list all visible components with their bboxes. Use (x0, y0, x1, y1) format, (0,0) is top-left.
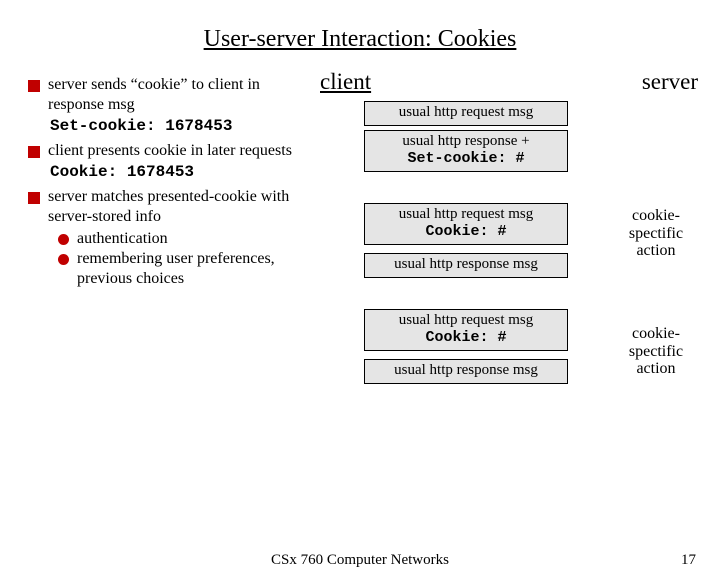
client-heading: client (320, 69, 371, 95)
message-4-text: usual http response msg (394, 256, 538, 272)
message-2-line2: Set-cookie: # (407, 150, 524, 167)
right-diagram: client server usual http request msg usu… (316, 75, 702, 445)
bullet-3-sub-2: remembering user preferences, previous c… (58, 249, 308, 289)
annotation-2: cookie-spectific action (616, 325, 696, 378)
message-6: usual http response msg (364, 359, 568, 384)
annotation-1: cookie-spectific action (616, 207, 696, 260)
bullet-3: server matches presented-cookie with ser… (28, 187, 308, 227)
circle-bullet-icon (58, 234, 69, 245)
message-1: usual http request msg (364, 101, 568, 126)
square-bullet-icon (28, 146, 40, 158)
square-bullet-icon (28, 80, 40, 92)
message-3: usual http request msg Cookie: # (364, 203, 568, 245)
bullet-3-sub-1: authentication (58, 229, 308, 249)
message-1-text: usual http request msg (399, 104, 534, 120)
bullet-1: server sends “cookie” to client in respo… (28, 75, 308, 115)
left-column: server sends “cookie” to client in respo… (28, 75, 308, 289)
message-5-line1: usual http request msg (399, 312, 534, 328)
circle-bullet-icon (58, 254, 69, 265)
slide-body: server sends “cookie” to client in respo… (0, 75, 720, 445)
bullet-2: client presents cookie in later requests (28, 141, 308, 161)
server-heading: server (642, 69, 698, 95)
footer-center: CSx 760 Computer Networks (271, 552, 449, 569)
square-bullet-icon (28, 192, 40, 204)
slide-title: User-server Interaction: Cookies (0, 26, 720, 53)
message-4: usual http response msg (364, 253, 568, 278)
message-5-line2: Cookie: # (425, 329, 506, 346)
message-5: usual http request msg Cookie: # (364, 309, 568, 351)
sub-1-text: authentication (77, 229, 168, 249)
bullet-3-text: server matches presented-cookie with ser… (48, 187, 308, 227)
message-6-text: usual http response msg (394, 362, 538, 378)
footer-page-number: 17 (681, 552, 696, 569)
bullet-2-code: Cookie: 1678453 (50, 163, 308, 181)
bullet-1-text: server sends “cookie” to client in respo… (48, 75, 308, 115)
message-2: usual http response + Set-cookie: # (364, 130, 568, 172)
sub-2-text: remembering user preferences, previous c… (77, 249, 308, 289)
bullet-2-text: client presents cookie in later requests (48, 141, 308, 161)
message-3-line1: usual http request msg (399, 206, 534, 222)
bullet-1-code: Set-cookie: 1678453 (50, 117, 308, 135)
message-2-line1: usual http response + (402, 133, 529, 149)
message-3-line2: Cookie: # (425, 223, 506, 240)
